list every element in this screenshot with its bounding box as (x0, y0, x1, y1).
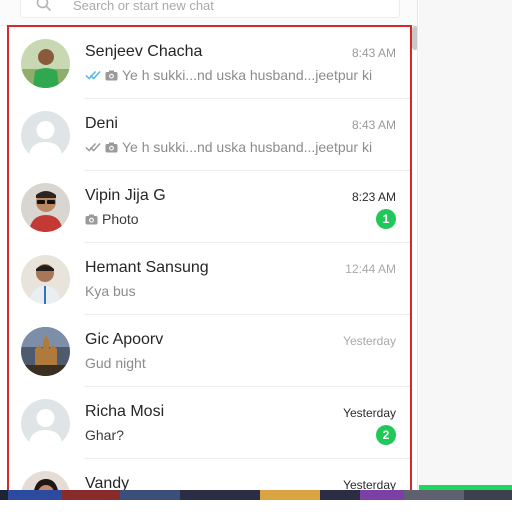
taskbar-strip (0, 490, 512, 500)
search-box[interactable] (20, 0, 400, 18)
avatar (21, 255, 70, 304)
chat-name: Vipin Jija G (85, 187, 166, 204)
avatar (21, 327, 70, 376)
avatar (21, 183, 70, 232)
avatar (21, 111, 70, 160)
chat-preview: Gud night (85, 354, 146, 372)
chat-time: 8:43 AM (351, 118, 396, 132)
chat-item-gic-apoorv[interactable]: Gic Apoorv Yesterday Gud night (9, 315, 410, 387)
chat-item-richa-mosi[interactable]: Richa Mosi Yesterday Ghar? 2 (9, 387, 410, 459)
avatar (21, 471, 70, 490)
unread-badge: 1 (376, 209, 396, 229)
taskbar-app-icon[interactable] (8, 490, 62, 500)
chat-time: Yesterday (343, 478, 396, 490)
avatar (21, 39, 70, 88)
taskbar-app-icon[interactable] (0, 490, 8, 500)
chat-item-senjeev-chacha[interactable]: Senjeev Chacha 8:43 AM Ye h sukki...nd u… (9, 27, 410, 99)
chat-preview: Photo (85, 210, 139, 228)
chat-name: Richa Mosi (85, 403, 165, 420)
chat-preview-text: Ghar? (85, 427, 124, 443)
chat-item-vipin-jija-g[interactable]: Vipin Jija G 8:23 AM Photo 1 (9, 171, 410, 243)
chat-time: 8:43 AM (351, 46, 396, 60)
taskbar-app-icon[interactable] (62, 490, 120, 500)
camera-icon (105, 70, 118, 80)
chat-preview: Ye h sukki...nd uska husband...jeetpur k… (85, 66, 372, 84)
taskbar-app-icon[interactable] (360, 490, 404, 500)
chat-preview: Ye h sukki...nd uska husband...jeetpur k… (85, 138, 372, 156)
chat-item-hemant-sansung[interactable]: Hemant Sansung 12:44 AM Kya bus (9, 243, 410, 315)
chat-time: Yesterday (343, 406, 396, 420)
chat-preview: Ghar? (85, 426, 124, 444)
chat-sidebar: Senjeev Chacha 8:43 AM Ye h sukki...nd u… (0, 0, 418, 490)
taskbar-app-icon[interactable] (404, 490, 464, 500)
chat-name: Senjeev Chacha (85, 43, 203, 60)
chat-name: Vandy (85, 475, 130, 490)
chat-preview-text: Gud night (85, 355, 146, 371)
chat-preview-text: Ye h sukki...nd uska husband...jeetpur k… (122, 139, 373, 155)
chat-name: Hemant Sansung (85, 259, 209, 276)
scrollbar-thumb[interactable] (412, 26, 417, 50)
chat-time: 12:44 AM (345, 262, 396, 276)
delivered-tick-icon (85, 143, 101, 152)
chat-item-vandy[interactable]: Vandy Yesterday (9, 459, 410, 490)
chat-preview-text: Photo (102, 211, 139, 227)
taskbar-app-icon[interactable] (120, 490, 180, 500)
search-icon[interactable] (35, 0, 53, 13)
conversation-pane (419, 0, 512, 490)
camera-icon (85, 214, 98, 224)
chat-time: Yesterday (343, 334, 396, 348)
read-tick-icon (85, 71, 101, 80)
chat-preview-text: Ye h sukki...nd uska husband...jeetpur k… (122, 67, 373, 83)
taskbar (0, 490, 512, 524)
taskbar-app-icon[interactable] (464, 490, 512, 500)
chat-name: Gic Apoorv (85, 331, 164, 348)
chat-name: Deni (85, 115, 118, 132)
taskbar-app-icon[interactable] (320, 490, 360, 500)
taskbar-app-icon[interactable] (180, 490, 260, 500)
chat-time: 8:23 AM (351, 190, 396, 204)
avatar (21, 399, 70, 448)
search-input[interactable] (73, 0, 373, 15)
chat-item-deni[interactable]: Deni 8:43 AM Ye h sukki...nd uska husban… (9, 99, 410, 171)
search-bar (0, 0, 417, 26)
chat-preview-text: Kya bus (85, 283, 136, 299)
chat-list: Senjeev Chacha 8:43 AM Ye h sukki...nd u… (7, 25, 412, 490)
taskbar-app-icon[interactable] (260, 490, 320, 500)
camera-icon (105, 142, 118, 152)
unread-badge: 2 (376, 425, 396, 445)
chat-preview: Kya bus (85, 282, 136, 300)
